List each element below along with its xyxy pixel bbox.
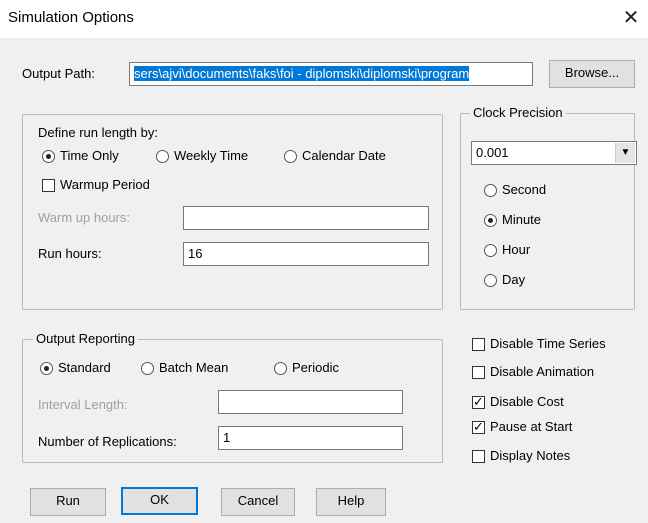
radio-time-only[interactable]: Time Only <box>42 148 137 164</box>
radio-weekly-time-label: Weekly Time <box>174 148 249 163</box>
help-button[interactable]: Help <box>316 488 386 516</box>
radio-weekly-time[interactable]: Weekly Time <box>156 148 266 164</box>
pause-at-start-checkbox[interactable]: Pause at Start <box>472 419 632 435</box>
replications-input[interactable]: 1 <box>218 426 403 450</box>
radio-standard-label: Standard <box>58 360 111 375</box>
radio-weekly-time-indicator[interactable] <box>156 150 169 163</box>
clock-precision-select[interactable]: 0.001 ▼ <box>471 141 637 165</box>
radio-hour[interactable]: Hour <box>484 242 564 258</box>
radio-day[interactable]: Day <box>484 272 564 288</box>
radio-batch-mean-label: Batch Mean <box>159 360 229 375</box>
cancel-button[interactable]: Cancel <box>221 488 295 516</box>
clock-precision-value: 0.001 <box>476 145 509 160</box>
display-notes-box[interactable] <box>472 450 485 463</box>
radio-second[interactable]: Second <box>484 182 564 198</box>
radio-hour-label: Hour <box>502 242 531 257</box>
disable-time-series-label: Disable Time Series <box>490 336 606 351</box>
radio-minute-indicator[interactable] <box>484 214 497 227</box>
close-icon[interactable]: ✕ <box>620 6 642 30</box>
radio-periodic[interactable]: Periodic <box>274 360 364 376</box>
disable-animation-label: Disable Animation <box>490 364 595 379</box>
radio-periodic-indicator[interactable] <box>274 362 287 375</box>
disable-time-series-box[interactable] <box>472 338 485 351</box>
display-notes-checkbox[interactable]: Display Notes <box>472 448 632 464</box>
output-path-label: Output Path: <box>22 66 95 81</box>
radio-calendar-date-label: Calendar Date <box>302 148 386 163</box>
radio-standard-indicator[interactable] <box>40 362 53 375</box>
radio-minute-label: Minute <box>502 212 542 227</box>
disable-time-series-checkbox[interactable]: Disable Time Series <box>472 336 632 352</box>
run-length-label: Define run length by: <box>38 125 158 140</box>
disable-cost-checkbox[interactable]: Disable Cost <box>472 394 632 410</box>
output-path-value: sers\ajvi\documents\faks\foi - diplomski… <box>134 66 470 81</box>
clock-precision-label: Clock Precision <box>470 105 566 121</box>
warmup-period-checkbox[interactable]: Warmup Period <box>42 177 172 193</box>
pause-at-start-box[interactable] <box>472 419 485 435</box>
run-hours-label: Run hours: <box>38 246 102 261</box>
chevron-down-icon[interactable]: ▼ <box>615 143 635 163</box>
disable-cost-box[interactable] <box>472 394 485 410</box>
disable-cost-label: Disable Cost <box>490 394 564 409</box>
replications-label: Number of Replications: <box>38 434 177 449</box>
run-button[interactable]: Run <box>30 488 106 516</box>
pause-at-start-label: Pause at Start <box>490 419 573 434</box>
radio-day-label: Day <box>502 272 526 287</box>
radio-batch-mean-indicator[interactable] <box>141 362 154 375</box>
radio-batch-mean[interactable]: Batch Mean <box>141 360 251 376</box>
radio-time-only-indicator[interactable] <box>42 150 55 163</box>
radio-second-indicator[interactable] <box>484 184 497 197</box>
interval-length-input[interactable] <box>218 390 403 414</box>
display-notes-label: Display Notes <box>490 448 571 463</box>
warmup-hours-input[interactable] <box>183 206 429 230</box>
radio-calendar-date[interactable]: Calendar Date <box>284 148 404 164</box>
interval-length-label: Interval Length: <box>38 397 128 412</box>
output-path-input[interactable]: sers\ajvi\documents\faks\foi - diplomski… <box>129 62 533 86</box>
run-hours-input[interactable]: 16 <box>183 242 429 266</box>
ok-button[interactable]: OK <box>121 487 198 515</box>
warmup-hours-label: Warm up hours: <box>38 210 130 225</box>
radio-periodic-label: Periodic <box>292 360 339 375</box>
radio-second-label: Second <box>502 182 547 197</box>
radio-calendar-date-indicator[interactable] <box>284 150 297 163</box>
radio-day-indicator[interactable] <box>484 274 497 287</box>
warmup-period-box[interactable] <box>42 179 55 192</box>
browse-button[interactable]: Browse... <box>549 60 635 88</box>
window-title: Simulation Options <box>8 9 134 26</box>
warmup-period-label: Warmup Period <box>60 177 150 192</box>
radio-minute[interactable]: Minute <box>484 212 564 228</box>
disable-animation-box[interactable] <box>472 366 485 379</box>
output-reporting-label: Output Reporting <box>33 331 139 347</box>
radio-hour-indicator[interactable] <box>484 244 497 257</box>
radio-time-only-label: Time Only <box>60 148 119 163</box>
disable-animation-checkbox[interactable]: Disable Animation <box>472 364 632 380</box>
radio-standard[interactable]: Standard <box>40 360 135 376</box>
